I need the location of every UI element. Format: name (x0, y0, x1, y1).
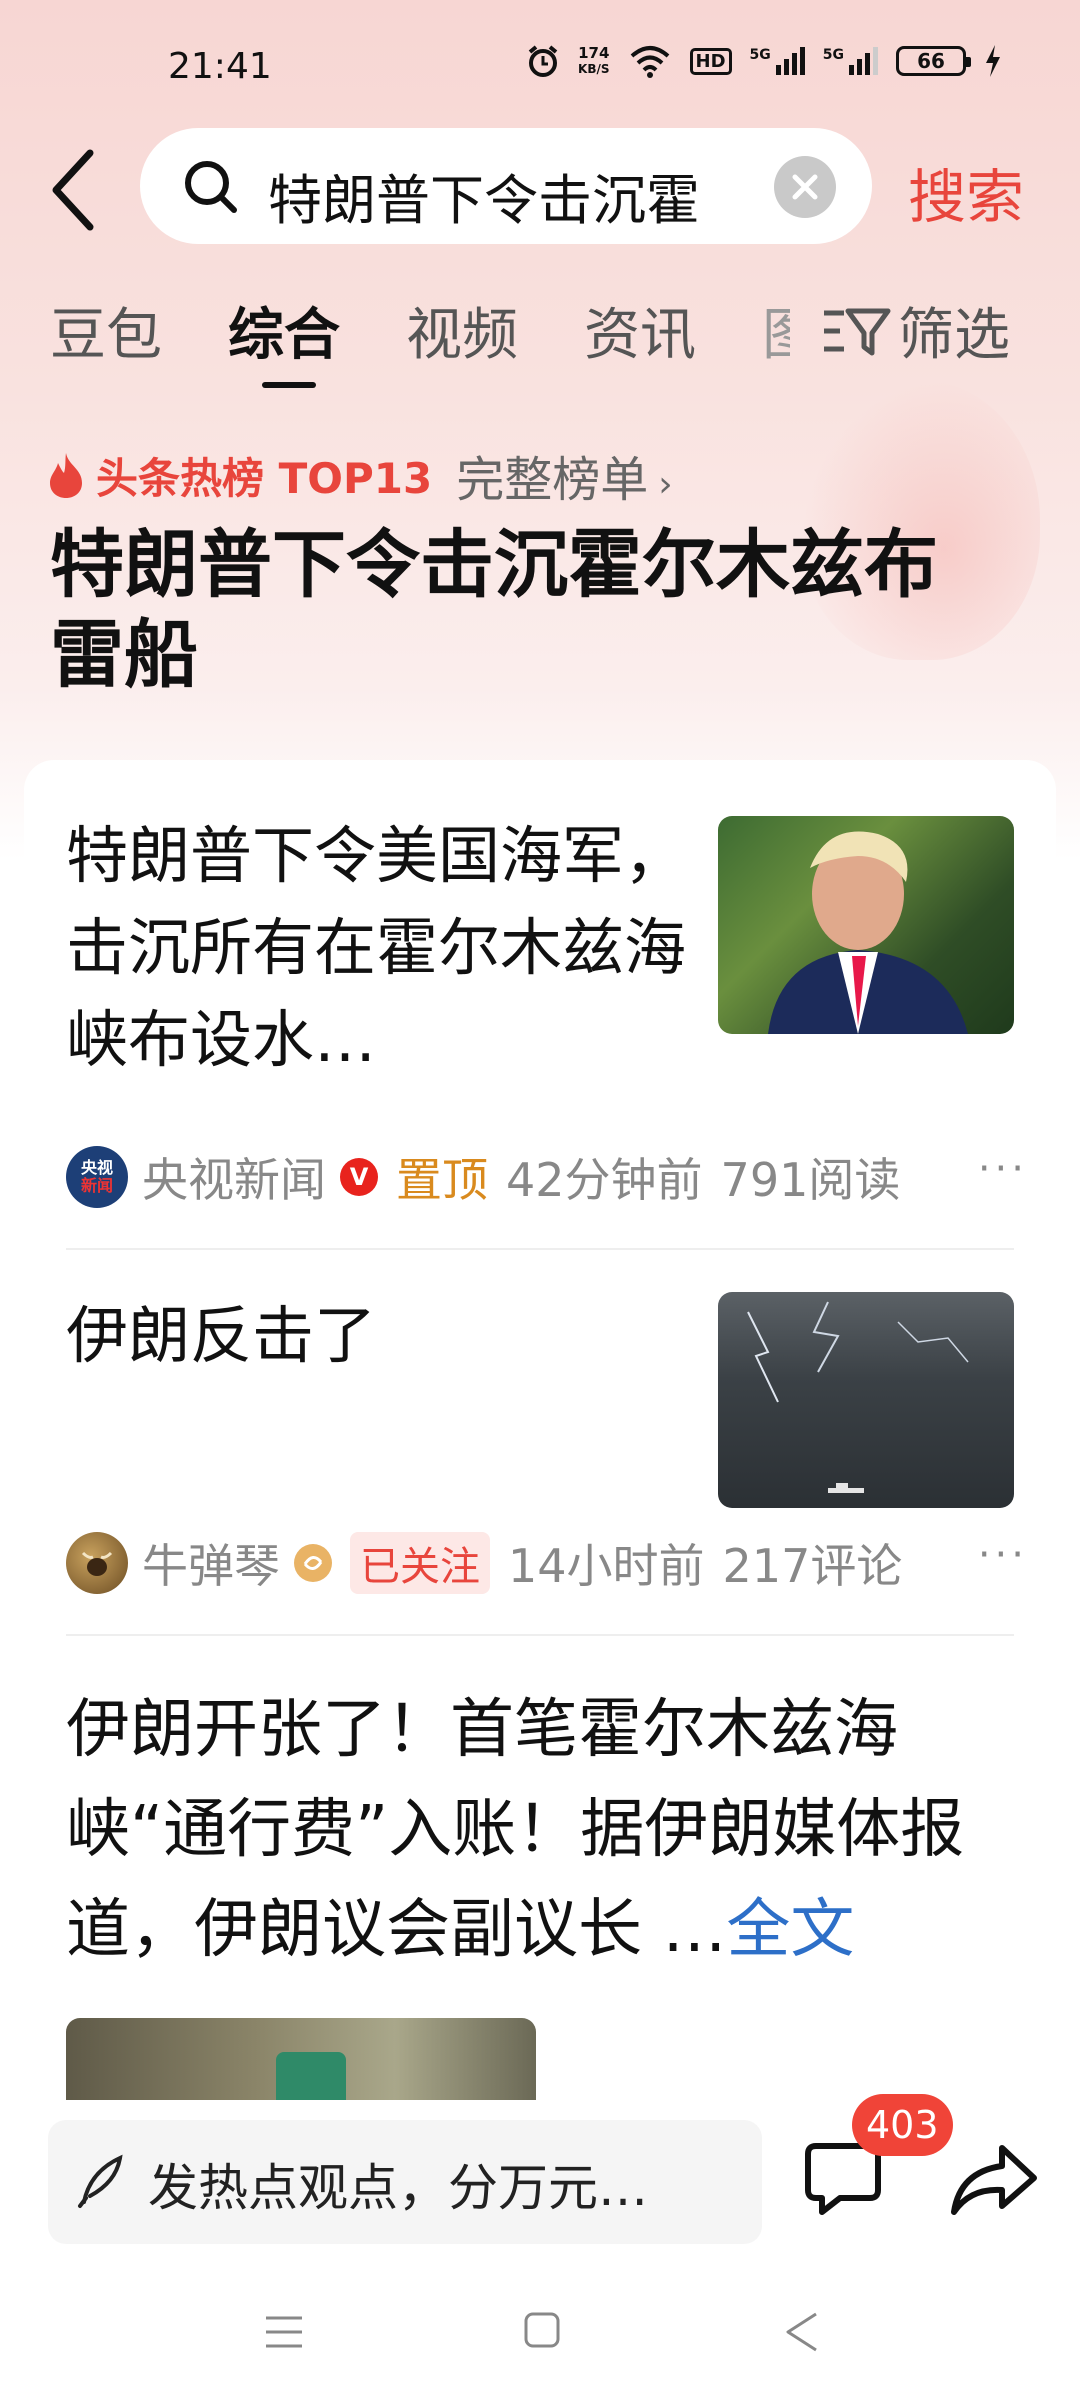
search-box[interactable]: 特朗普下令击沉霍 (140, 128, 872, 244)
followed-badge[interactable]: 已关注 (350, 1532, 490, 1594)
signal-icon-1: 5G (750, 47, 805, 75)
source-name[interactable]: 牛弹琴 (142, 1530, 280, 1596)
bull-avatar-icon (81, 1551, 113, 1576)
close-icon (792, 174, 818, 200)
category-tabs: 豆包 综合 视频 资讯 图 筛选 (0, 290, 1080, 400)
hot-ranking-tag: 头条热榜 TOP13 (96, 453, 433, 503)
hd-icon: HD (689, 47, 732, 75)
clear-search-button[interactable] (774, 156, 836, 218)
filter-icon (824, 308, 891, 355)
read-count: 791阅读 (720, 1153, 901, 1207)
net-speed: 174 KB/S (578, 44, 610, 76)
verified-icon: V (340, 1158, 378, 1196)
status-icons: 174 KB/S HD 5G 5G 66 (526, 44, 1002, 78)
article-item[interactable]: 伊朗开张了！首笔霍尔木兹海峡“通行费”入账！据伊朗媒体报道，伊朗议会副议长 …全… (66, 1680, 1014, 1980)
comment-count-badge: 403 (852, 2094, 953, 2156)
divider (66, 1248, 1014, 1250)
hot-ranking-row: 头条热榜 TOP13 完整榜单 › (46, 440, 673, 510)
tab-comprehensive[interactable]: 综合 (228, 290, 340, 371)
person-photo-icon (768, 831, 968, 1034)
pen-icon (78, 2154, 123, 2208)
source-name[interactable]: 央视新闻 (142, 1144, 326, 1210)
share-button[interactable] (948, 2136, 1040, 2226)
more-options-button[interactable]: ··· (978, 1532, 1028, 1578)
wifi-icon (630, 46, 669, 78)
phone-in-photo (276, 2052, 346, 2100)
filter-label: 筛选 (898, 303, 1010, 368)
filter-button[interactable]: 筛选 (822, 290, 1010, 371)
back-button[interactable] (48, 140, 118, 240)
flame-icon (50, 453, 82, 498)
tab-doubao[interactable]: 豆包 (50, 290, 162, 371)
back-nav-icon[interactable] (782, 2310, 822, 2354)
comment-count: 217评论 (722, 1539, 903, 1593)
chevron-right-icon: › (658, 464, 673, 505)
article-thumbnail-storm[interactable] (718, 1292, 1014, 1508)
tab-active-indicator (262, 382, 316, 388)
avatar[interactable]: 央视 新闻 (66, 1146, 128, 1208)
pinned-badge: 置顶 (396, 1153, 488, 1207)
home-icon[interactable] (522, 2310, 562, 2350)
menu-icon[interactable] (262, 2310, 306, 2354)
publish-time: 14小时前 (508, 1539, 705, 1593)
tab-news[interactable]: 资讯 (584, 290, 696, 371)
alarm-icon (528, 45, 558, 77)
search-button[interactable]: 搜索 (908, 150, 1024, 234)
publish-time: 42分钟前 (506, 1153, 703, 1207)
status-bar: 21:41 174 KB/S HD 5G 5G 66 (0, 0, 1080, 120)
full-ranking-link[interactable]: 完整榜单 › (456, 440, 672, 510)
chevron-left-icon (52, 149, 94, 231)
more-options-button[interactable]: ··· (978, 1146, 1028, 1192)
article-title[interactable]: 伊朗开张了！首笔霍尔木兹海峡“通行费”入账！据伊朗媒体报道，伊朗议会副议长 …全… (66, 1680, 1014, 1980)
search-icon (185, 161, 237, 213)
battery-indicator: 66 (896, 46, 971, 76)
charging-icon (986, 45, 1000, 77)
system-nav-bar (0, 2280, 1080, 2400)
article-image-preview[interactable] (66, 2018, 536, 2100)
creator-badge-icon (294, 1544, 332, 1582)
article-meta: 央视 新闻 央视新闻 V 置顶 42分钟前 791阅读 (66, 1144, 918, 1210)
article-meta: 牛弹琴 已关注 14小时前 217评论 (66, 1530, 920, 1596)
avatar[interactable] (66, 1532, 128, 1594)
article-thumbnail-trump[interactable] (718, 816, 1014, 1034)
share-arrow-icon (951, 2145, 1037, 2215)
tab-video[interactable]: 视频 (406, 290, 518, 371)
comment-placeholder: 发热点观点，分万元… (148, 2159, 648, 2217)
divider (66, 1634, 1014, 1636)
results-card: 特朗普下令美国海军，击沉所有在霍尔木兹海峡布设水… 央视 新闻 央视新闻 V 置… (24, 760, 1056, 2100)
article-title[interactable]: 特朗普下令美国海军，击沉所有在霍尔木兹海峡布设水… (66, 810, 706, 1086)
full-text-link[interactable]: 全文 (726, 1893, 854, 1967)
lightning-photo-icon (747, 1301, 969, 1493)
tab-image[interactable]: 图 (762, 290, 790, 371)
comment-input[interactable]: 发热点观点，分万元… (48, 2120, 762, 2244)
status-time: 21:41 (168, 46, 272, 87)
signal-icon-2: 5G (823, 47, 878, 75)
hot-topic-title[interactable]: 特朗普下令击沉霍尔木兹布雷船 (50, 520, 1010, 701)
